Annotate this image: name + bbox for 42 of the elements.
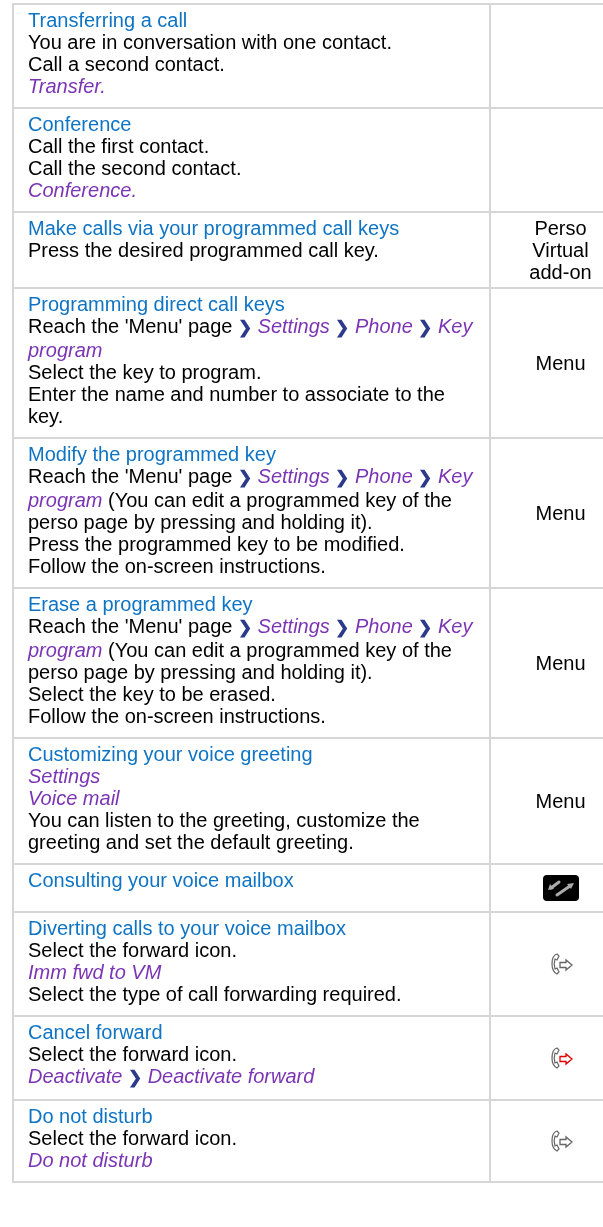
instruction-text: Call a second contact. xyxy=(28,53,226,75)
key-label: Menu xyxy=(534,652,587,674)
option-text: Transfer. xyxy=(28,75,107,97)
instruction-text: Select the key to program. xyxy=(28,361,263,383)
key-label: Perso Virtual add-on xyxy=(528,217,593,283)
instruction-text: Select the key to be erased. xyxy=(28,683,277,705)
section-title: Consulting your voice mailbox xyxy=(28,869,295,891)
instruction-text: Follow the on-screen instructions. xyxy=(28,555,327,577)
instruction-text: Select the forward icon. xyxy=(28,939,238,961)
section-title: Transferring a call xyxy=(28,9,189,31)
instruction-text: Select the forward icon. xyxy=(28,1127,238,1149)
instruction-text: Reach the 'Menu' page ❯ Settings ❯ Phone ❯ Key program xyxy=(28,315,475,361)
key-label: Menu xyxy=(534,502,587,524)
section-title: Erase a programmed key xyxy=(28,593,254,615)
instruction-text: Deactivate ❯ Deactivate forward xyxy=(28,1065,316,1089)
option-text: Imm fwd to VM xyxy=(28,961,163,983)
instruction-text: Enter the name and number to associate to the key. xyxy=(28,383,446,427)
instruction-text: Call the second contact. xyxy=(28,157,243,179)
section-title: Make calls via your programmed call keys xyxy=(28,217,401,239)
option-text: Settings xyxy=(28,765,102,787)
instruction-text: Select the forward icon. xyxy=(28,1043,238,1065)
instruction-text: Reach the 'Menu' page ❯ Settings ❯ Phone ❯ Key program (You can edit a programmed key of the perso page by pressing and holding it). xyxy=(28,465,475,533)
option-text: Conference. xyxy=(28,179,138,201)
section-title: Modify the programmed key xyxy=(28,443,277,465)
instruction-text: Press the desired programmed call key. xyxy=(28,239,380,261)
key-label: Menu xyxy=(534,352,587,374)
instruction-text: Call the first contact. xyxy=(28,135,211,157)
instruction-text: You can listen to the greeting, customize the greeting and set the default greeting. xyxy=(28,809,421,853)
section-title: Programming direct call keys xyxy=(28,293,286,315)
option-text: Do not disturb xyxy=(28,1149,154,1171)
section-title: Cancel forward xyxy=(28,1021,164,1043)
option-text: Voice mail xyxy=(28,787,121,809)
section-title: Conference xyxy=(28,113,133,135)
section-title: Customizing your voice greeting xyxy=(28,743,314,765)
section-title: Do not disturb xyxy=(28,1105,154,1127)
instruction-text: Select the type of call forwarding required. xyxy=(28,983,403,1005)
key-label: Menu xyxy=(534,790,587,812)
instruction-text: Press the programmed key to be modified. xyxy=(28,533,406,555)
instruction-text: Follow the on-screen instructions. xyxy=(28,705,327,727)
section-title: Diverting calls to your voice mailbox xyxy=(28,917,347,939)
instruction-text: Reach the 'Menu' page ❯ Settings ❯ Phone ❯ Key program (You can edit a programmed key of the perso page by pressing and holding it). xyxy=(28,615,475,683)
instruction-text: You are in conversation with one contact. xyxy=(28,31,393,53)
